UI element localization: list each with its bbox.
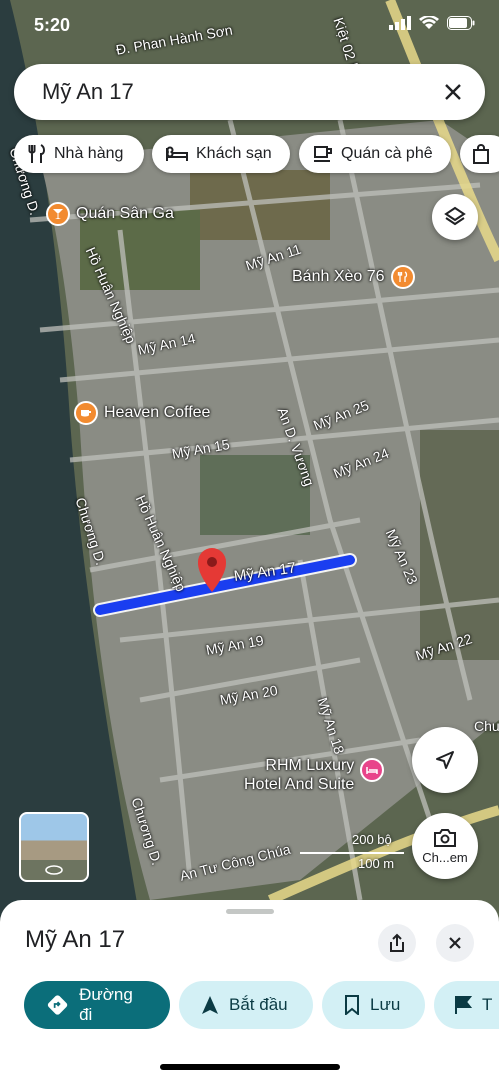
close-icon[interactable]: [439, 78, 467, 106]
hotel-icon: [360, 758, 385, 782]
chip-cafes[interactable]: Quán cà phê: [299, 135, 451, 173]
search-bar[interactable]: Mỹ An 17: [14, 64, 485, 120]
poi-rhm-luxury-hotel[interactable]: RHM Luxury Hotel And Suite: [244, 756, 385, 794]
my-location-button[interactable]: [412, 727, 478, 793]
poi-label: Quán Sân Ga: [76, 205, 174, 222]
start-button[interactable]: Bắt đầu: [179, 981, 313, 1029]
action-label: Lưu: [370, 995, 401, 1014]
directions-icon: [47, 995, 68, 1015]
close-icon: [449, 937, 461, 949]
place-bottom-sheet[interactable]: Mỹ An 17 Đường đi Bắt đầu Lưu T: [0, 900, 499, 1080]
poi-label: RHM Luxury Hotel And Suite: [244, 757, 355, 793]
wifi-icon: [419, 16, 439, 29]
label-button[interactable]: T: [434, 981, 499, 1029]
directions-button[interactable]: Đường đi: [24, 981, 170, 1029]
flag-icon: [455, 996, 472, 1014]
street-view-thumbnail[interactable]: [19, 812, 89, 882]
chip-label: Khách sạn: [196, 145, 272, 162]
action-label: Bắt đầu: [229, 995, 288, 1014]
map-scale: 200 bộ 100 m: [300, 832, 406, 872]
shopping-bag-icon: [473, 144, 489, 164]
restaurant-icon: [28, 144, 45, 163]
chip-label: Quán cà phê: [341, 145, 433, 162]
save-button[interactable]: Lưu: [322, 981, 425, 1029]
road-label: Chu: [474, 718, 499, 734]
action-label: Đường đi: [79, 985, 133, 1024]
poi-quan-san-ga[interactable]: Quán Sân Ga: [46, 202, 174, 226]
rotate-360-icon: [45, 865, 63, 875]
status-bar: 5:20: [0, 0, 499, 52]
scale-bottom-label: 100 m: [358, 856, 395, 871]
close-sheet-button[interactable]: [436, 924, 474, 962]
poi-banh-xeo-76[interactable]: Bánh Xèo 76: [292, 265, 415, 289]
chip-hotels[interactable]: Khách sạn: [152, 135, 290, 173]
chip-restaurants[interactable]: Nhà hàng: [14, 135, 144, 173]
coffee-icon: [74, 401, 98, 425]
poi-label: Heaven Coffee: [104, 404, 211, 421]
poi-heaven-coffee[interactable]: Heaven Coffee: [74, 401, 210, 425]
poi-label: Bánh Xèo 76: [292, 268, 385, 285]
layers-button[interactable]: [432, 194, 478, 240]
scale-top-label: 200 bộ: [352, 832, 392, 847]
bar-icon: [46, 202, 70, 226]
chip-shopping[interactable]: [460, 135, 499, 173]
chip-label: Nhà hàng: [54, 145, 124, 162]
action-label: T: [482, 995, 493, 1014]
chu-em-label: Ch...em: [422, 849, 468, 865]
signal-icon: [389, 16, 411, 30]
search-query[interactable]: Mỹ An 17: [42, 79, 134, 105]
camera-search-icon: [434, 828, 456, 847]
share-button[interactable]: [378, 924, 416, 962]
status-time: 5:20: [34, 15, 71, 35]
bookmark-icon: [345, 995, 359, 1015]
chu-em-button[interactable]: Ch...em: [412, 813, 478, 879]
battery-icon: [447, 16, 475, 30]
home-indicator: [160, 1064, 340, 1070]
sheet-drag-handle[interactable]: [226, 909, 274, 914]
navigation-arrow-icon: [436, 751, 454, 769]
navigation-arrow-icon: [202, 996, 218, 1014]
layers-icon: [444, 206, 466, 226]
hotel-icon: [166, 146, 188, 161]
share-icon: [390, 933, 404, 952]
place-title: Mỹ An 17: [25, 926, 126, 953]
coffee-icon: [314, 146, 332, 162]
restaurant-icon: [390, 265, 415, 289]
